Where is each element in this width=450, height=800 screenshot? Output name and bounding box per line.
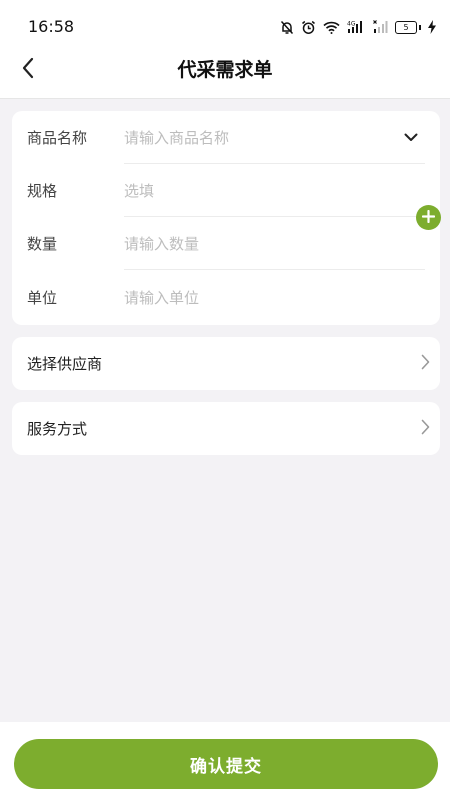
unit-label: 单位 [27, 289, 58, 307]
status-icons: 4G 5 [280, 17, 436, 37]
signal-4g-icon: 4G [347, 20, 366, 34]
page-title: 代采需求单 [177, 59, 273, 81]
network-label: 4G [347, 21, 356, 28]
status-bar: 16:58 4G 5 [0, 0, 450, 46]
select-supplier-row[interactable]: 选择供应商 [12, 337, 440, 390]
form-row-unit: 单位 [27, 271, 425, 324]
product-name-label: 商品名称 [27, 129, 88, 147]
alarm-icon [301, 20, 316, 35]
chevron-right-icon [421, 419, 430, 439]
product-form-card: 商品名称 规格 数量 单位 [12, 111, 440, 325]
form-row-product-name: 商品名称 [27, 111, 425, 164]
signal-no-sim-icon [373, 20, 388, 34]
wifi-icon [323, 21, 340, 34]
add-product-button[interactable] [416, 205, 441, 230]
form-row-quantity: 数量 [27, 217, 425, 270]
form-row-spec: 规格 [27, 164, 425, 217]
nav-bar: 代采需求单 [0, 46, 450, 96]
header: 16:58 4G 5 代采需求单 [0, 0, 450, 99]
quantity-input[interactable] [124, 231, 425, 256]
quantity-label: 数量 [27, 235, 58, 253]
status-time: 16:58 [28, 17, 75, 36]
divider [124, 269, 425, 270]
battery-icon: 5 [395, 20, 421, 34]
select-supplier-label: 选择供应商 [27, 355, 103, 373]
unit-input[interactable] [124, 285, 425, 310]
service-method-row[interactable]: 服务方式 [12, 402, 440, 455]
spec-label: 规格 [27, 182, 58, 200]
product-name-input[interactable] [124, 125, 397, 150]
spec-input[interactable] [124, 178, 425, 203]
bell-off-icon [280, 20, 294, 35]
service-method-label: 服务方式 [27, 420, 88, 438]
chevron-right-icon [421, 354, 430, 374]
chevron-down-icon[interactable] [397, 124, 425, 152]
bottom-bar: 确认提交 [0, 722, 450, 800]
submit-button[interactable]: 确认提交 [14, 739, 438, 789]
battery-level: 5 [395, 20, 417, 34]
charging-icon [428, 20, 436, 34]
plus-icon [421, 208, 436, 227]
